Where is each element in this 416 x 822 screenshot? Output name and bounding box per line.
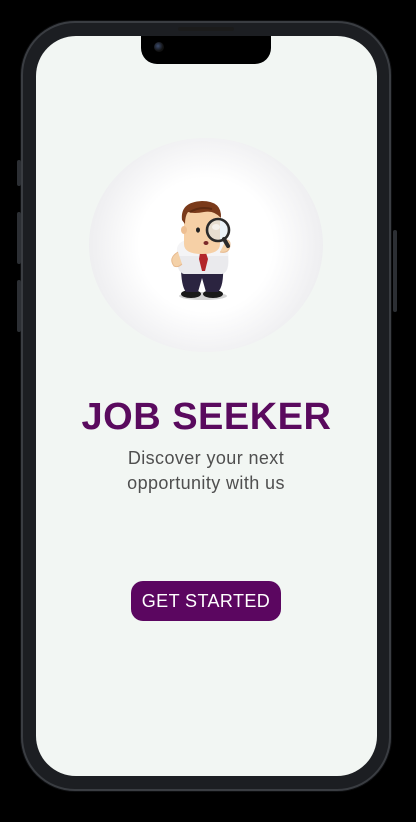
phone-action-button [17, 160, 21, 186]
job-seeker-magnifier-illustration-icon [171, 201, 231, 300]
phone-speaker [178, 27, 234, 31]
phone-volume-down-button [17, 280, 21, 332]
page-subtitle: Discover your next opportunity with us [127, 448, 285, 493]
get-started-button[interactable]: GET STARTED [131, 581, 281, 621]
phone-volume-up-button [17, 212, 21, 264]
phone-power-button [393, 230, 397, 312]
phone-notch [141, 36, 271, 64]
front-camera-icon [154, 42, 164, 52]
page-title: JOB SEEKER [81, 396, 332, 438]
